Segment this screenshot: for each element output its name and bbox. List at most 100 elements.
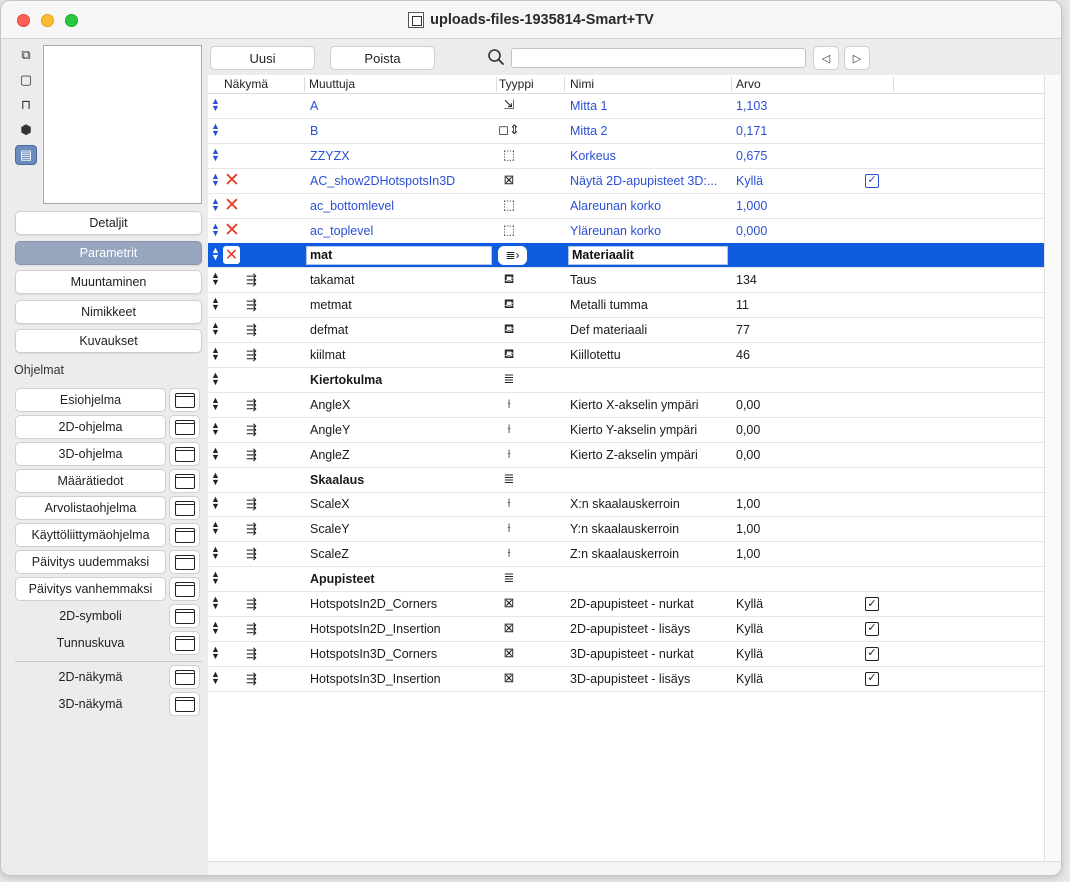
variable-cell[interactable]: ZZYZX (310, 149, 495, 163)
table-row[interactable]: ▲ ▼ ⇶ ScaleY ⟊ Y:n skaalauskerroin 1,00 (208, 517, 1044, 543)
table-row[interactable]: ▲ ▼ ✕ mat ≣› Materiaalit (208, 243, 1044, 269)
reorder-handle-icon[interactable]: ▲ ▼ (211, 669, 220, 685)
open-window-button[interactable] (169, 604, 200, 628)
variable-cell[interactable]: AngleY (310, 423, 495, 437)
value-cell[interactable]: 1,00 (736, 547, 886, 561)
open-window-button[interactable] (169, 388, 200, 412)
variable-cell[interactable]: Kiertokulma (310, 373, 495, 387)
reorder-handle-icon[interactable]: ▲ ▼ (211, 495, 220, 511)
reorder-handle-icon[interactable]: ▲ ▼ (211, 470, 220, 486)
variable-cell[interactable]: kiilmat (310, 348, 495, 362)
table-row[interactable]: ▲ ▼ Kiertokulma ≣ (208, 368, 1044, 393)
program-backward-migration[interactable]: Päivitys vanhemmaksi (15, 577, 166, 601)
variable-cell[interactable]: Skaalaus (310, 473, 495, 487)
name-cell[interactable]: Z:n skaalauskerroin (570, 547, 730, 561)
table-row[interactable]: ▲ ▼ ⇶ AngleX ⟊ Kierto X-akselin ympäri 0,00 (208, 393, 1044, 418)
variable-cell[interactable]: HotspotsIn2D_Corners (310, 597, 495, 611)
reorder-handle-icon[interactable]: ▲ ▼ (211, 520, 220, 536)
horizontal-scrollbar[interactable] (208, 861, 1061, 875)
open-window-button[interactable] (169, 442, 200, 466)
next-button[interactable]: ▷ (844, 46, 870, 70)
open-window-button[interactable] (169, 692, 200, 716)
name-cell[interactable]: Yläreunan korko (570, 224, 730, 238)
program-properties-script[interactable]: Määrätiedot (15, 469, 166, 493)
name-cell[interactable]: Metalli tumma (570, 298, 730, 312)
reorder-handle-icon[interactable]: ▲ ▼ (211, 395, 220, 411)
value-cell[interactable]: 1,00 (736, 522, 886, 536)
checkbox[interactable]: ✓ (865, 621, 879, 636)
variable-cell[interactable]: defmat (310, 323, 495, 337)
name-cell[interactable]: Näytä 2D-apupisteet 3D:... (570, 174, 730, 188)
value-cell[interactable]: 1,00 (736, 497, 886, 511)
table-row[interactable]: ▲ ▼ ⇶ ScaleZ ⟊ Z:n skaalauskerroin 1,00 (208, 542, 1044, 568)
program-master-script[interactable]: Esiohjelma (15, 388, 166, 412)
open-window-button[interactable] (169, 665, 200, 689)
value-cell[interactable]: 0,00 (736, 398, 886, 412)
variable-cell[interactable]: metmat (310, 298, 495, 312)
new-parameter-button[interactable]: Uusi (210, 46, 315, 70)
header-type[interactable]: Tyyppi (499, 77, 534, 91)
table-row[interactable]: ▲ ▼ ⇶ kiilmat ⛾ Kiillotettu 46 (208, 343, 1044, 368)
open-window-button[interactable] (169, 550, 200, 574)
reorder-handle-icon[interactable]: ▲ ▼ (211, 420, 220, 436)
reorder-handle-icon[interactable]: ▲ ▼ (211, 619, 220, 635)
open-window-button[interactable] (169, 631, 200, 655)
name-cell[interactable]: Kierto X-akselin ympäri (570, 398, 730, 412)
name-input[interactable]: Materiaalit (568, 246, 728, 266)
table-row[interactable]: ▲ ▼ Skaalaus ≣ (208, 468, 1044, 493)
reorder-handle-icon[interactable]: ▲ ▼ (211, 445, 220, 461)
program-3d-script[interactable]: 3D-ohjelma (15, 442, 166, 466)
table-row[interactable]: ▲ ▼ ZZYZX ⬚ Korkeus 0,675 (208, 144, 1044, 169)
table-row[interactable]: ▲ ▼ B ◻⇕ Mitta 2 0,171 (208, 119, 1044, 144)
name-cell[interactable]: Kierto Z-akselin ympäri (570, 448, 730, 462)
name-cell[interactable]: X:n skaalauskerroin (570, 497, 730, 511)
name-cell[interactable]: Korkeus (570, 149, 730, 163)
view-3d[interactable]: 3D-näkymä (15, 692, 166, 716)
value-cell[interactable]: 46 (736, 348, 886, 362)
name-cell[interactable]: Taus (570, 273, 730, 287)
floor-plan-icon[interactable]: ⊓ (15, 95, 37, 115)
name-cell[interactable]: Def materiaali (570, 323, 730, 337)
table-row[interactable]: ▲ ▼ ⇶ takamat ⛾ Taus 134 (208, 268, 1044, 294)
reorder-handle-icon[interactable]: ▲ ▼ (211, 570, 220, 586)
nav-details-button[interactable]: Detaljit (15, 211, 202, 235)
cube-icon[interactable]: ⬢ (15, 120, 37, 140)
variable-cell[interactable]: ScaleX (310, 497, 495, 511)
value-cell[interactable]: Kyllä (736, 174, 886, 188)
program-ui-script[interactable]: Käyttöliittymäohjelma (15, 523, 166, 547)
table-row[interactable]: ▲ ▼ ⇶ ScaleX ⟊ X:n skaalauskerroin 1,00 (208, 492, 1044, 518)
value-cell[interactable]: 0,000 (736, 224, 886, 238)
value-cell[interactable]: 11 (736, 298, 886, 312)
vertical-scrollbar[interactable] (1044, 75, 1061, 861)
reorder-handle-icon[interactable]: ▲ ▼ (211, 171, 220, 187)
checkbox[interactable]: ✓ (865, 671, 879, 686)
table-row[interactable]: ▲ ▼ A ⇲ Mitta 1 1,103 (208, 94, 1044, 119)
checkbox[interactable]: ✓ (865, 646, 879, 661)
copy-icon[interactable]: ⧉ (15, 45, 37, 65)
reorder-handle-icon[interactable]: ▲ ▼ (211, 246, 220, 262)
value-cell[interactable]: 0,675 (736, 149, 886, 163)
variable-cell[interactable]: takamat (310, 273, 495, 287)
variable-cell[interactable]: AngleZ (310, 448, 495, 462)
header-variable[interactable]: Muuttuja (309, 77, 355, 91)
table-row[interactable]: ▲ ▼ ⇶ metmat ⛾ Metalli tumma 11 (208, 293, 1044, 319)
value-cell[interactable]: 0,171 (736, 124, 886, 138)
checkbox[interactable]: ✓ (865, 597, 879, 611)
checkbox[interactable]: ✓ (865, 173, 879, 188)
open-window-button[interactable] (169, 469, 200, 493)
variable-cell[interactable]: AngleX (310, 398, 495, 412)
variable-cell[interactable]: ac_toplevel (310, 224, 495, 238)
nav-labels-button[interactable]: Nimikkeet (15, 300, 202, 324)
variable-cell[interactable]: B (310, 124, 495, 138)
name-cell[interactable]: 3D-apupisteet - nurkat (570, 647, 730, 661)
table-row[interactable]: ▲ ▼ ✕ ac_bottomlevel ⬚ Alareunan korko 1,000 (208, 194, 1044, 219)
variable-cell[interactable]: ScaleY (310, 522, 495, 536)
value-cell[interactable]: Kyllä (736, 647, 886, 661)
list-panel-icon[interactable]: ▤ (15, 145, 37, 165)
reorder-handle-icon[interactable]: ▲ ▼ (211, 644, 220, 660)
reorder-handle-icon[interactable]: ▲ ▼ (211, 321, 220, 337)
open-window-button[interactable] (169, 496, 200, 520)
name-cell[interactable]: Y:n skaalauskerroin (570, 522, 730, 536)
reorder-handle-icon[interactable]: ▲ ▼ (211, 296, 220, 312)
search-input[interactable] (511, 48, 806, 68)
